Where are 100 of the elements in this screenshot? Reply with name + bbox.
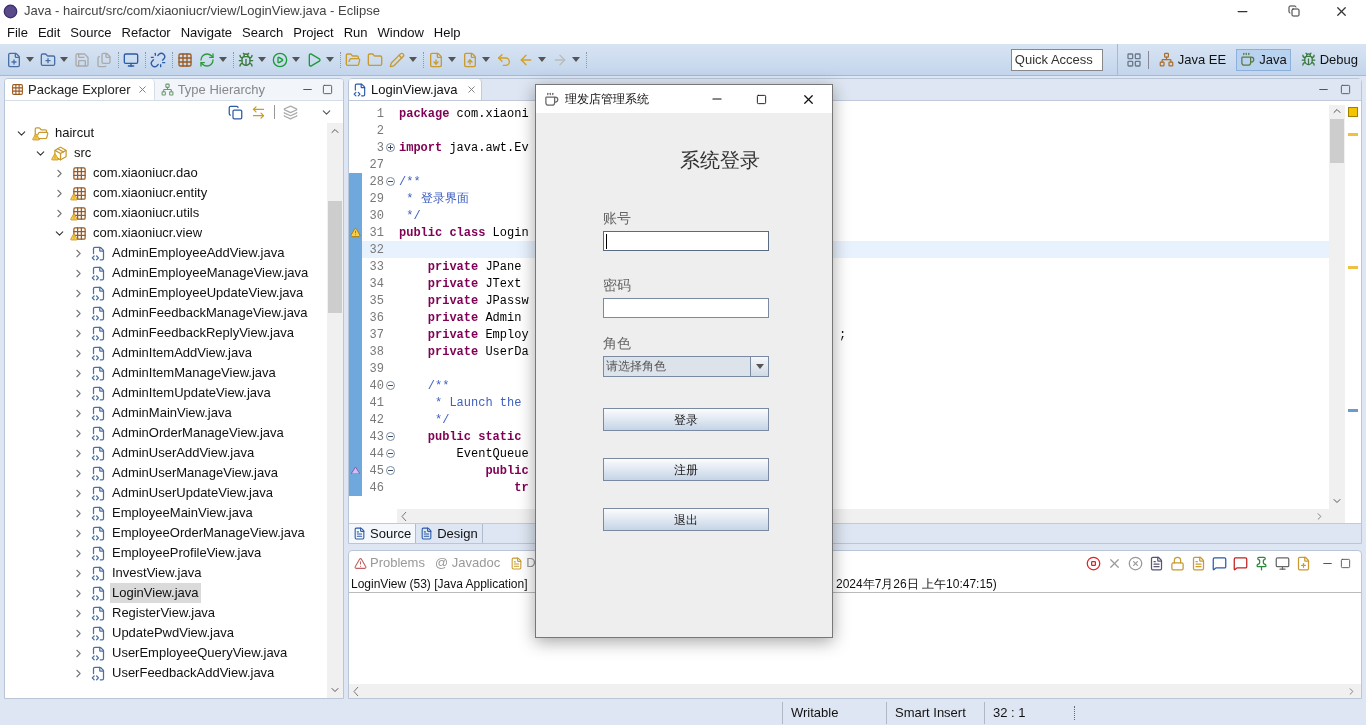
editor-mode-tab[interactable]: Source bbox=[349, 524, 417, 543]
tree-item[interactable]: AdminEmployeeManageView.java bbox=[110, 263, 311, 283]
menu-item[interactable]: Window bbox=[372, 23, 429, 43]
tree-item[interactable]: EmployeeMainView.java bbox=[110, 503, 255, 523]
tree-item[interactable]: AdminUserAddView.java bbox=[110, 443, 257, 463]
menu-item[interactable]: Navigate bbox=[175, 23, 237, 43]
editor-tab[interactable]: LoginView.java bbox=[349, 79, 482, 100]
vertical-scrollbar[interactable] bbox=[1329, 105, 1345, 523]
menu-item[interactable]: Source bbox=[65, 23, 117, 43]
tree-item[interactable]: AdminMainView.java bbox=[110, 403, 234, 423]
open-perspective-icon[interactable] bbox=[1125, 51, 1142, 68]
tree-item[interactable]: com.xiaoniucr.utils bbox=[91, 203, 202, 223]
tree-item[interactable]: AdminOrderManageView.java bbox=[110, 423, 286, 443]
scroll-left-icon[interactable] bbox=[353, 686, 359, 696]
quick-access-field[interactable]: Quick Access bbox=[1010, 48, 1103, 71]
dropdown-caret-icon[interactable] bbox=[292, 57, 300, 62]
pin-icon[interactable] bbox=[1254, 555, 1269, 571]
role-select[interactable]: 请选择角色 bbox=[603, 356, 769, 377]
dropdown-caret-icon[interactable] bbox=[219, 57, 227, 62]
tree-item[interactable]: com.xiaoniucr.entity bbox=[91, 183, 210, 203]
password-field[interactable] bbox=[603, 298, 769, 318]
document-icon[interactable] bbox=[1149, 555, 1164, 571]
tree-item[interactable]: AdminFeedbackReplyView.java bbox=[110, 323, 296, 343]
dropdown-caret-icon[interactable] bbox=[482, 57, 490, 62]
perspective-button[interactable]: Java EE bbox=[1154, 48, 1231, 71]
tree-item[interactable]: AdminEmployeeUpdateView.java bbox=[110, 283, 306, 303]
tree-item[interactable]: haircut bbox=[53, 123, 97, 143]
tree-item[interactable]: AdminItemAddView.java bbox=[110, 343, 254, 363]
refresh-icon[interactable] bbox=[199, 51, 215, 68]
tree-item[interactable]: LoginView.java bbox=[110, 583, 201, 603]
scrollbar-thumb[interactable] bbox=[1330, 119, 1344, 163]
perspective-button[interactable]: Debug bbox=[1296, 48, 1362, 71]
dialog-button[interactable]: 登录 bbox=[603, 408, 769, 431]
tree-item[interactable]: AdminItemManageView.java bbox=[110, 363, 278, 383]
fold-collapse-icon[interactable] bbox=[386, 381, 395, 390]
dropdown-caret-icon[interactable] bbox=[409, 57, 417, 62]
tree-item[interactable]: UserEmployeeQueryView.java bbox=[110, 643, 290, 663]
menu-item[interactable]: Refactor bbox=[116, 23, 176, 43]
fold-collapse-icon[interactable] bbox=[386, 177, 395, 186]
link-editor-icon[interactable] bbox=[251, 104, 266, 120]
fold-collapse-icon[interactable] bbox=[386, 449, 395, 458]
tree-item[interactable]: AdminUserUpdateView.java bbox=[110, 483, 275, 503]
fold-collapse-icon[interactable] bbox=[386, 466, 395, 475]
new-folder-icon[interactable] bbox=[40, 51, 56, 68]
dropdown-caret-icon[interactable] bbox=[448, 57, 456, 62]
dropdown-caret-icon[interactable] bbox=[26, 57, 34, 62]
fold-expand-icon[interactable] bbox=[386, 143, 395, 152]
dropdown-arrow-icon[interactable] bbox=[755, 364, 764, 369]
new-console-icon[interactable] bbox=[1296, 555, 1311, 571]
tree-item[interactable]: AdminFeedbackManageView.java bbox=[110, 303, 310, 323]
warning-marker[interactable] bbox=[1348, 266, 1358, 269]
tree-item[interactable]: AdminUserManageView.java bbox=[110, 463, 280, 483]
monitor-icon[interactable] bbox=[1275, 555, 1290, 571]
folder-icon[interactable] bbox=[367, 51, 383, 68]
tree-item[interactable]: UpdatePwdView.java bbox=[110, 623, 236, 643]
dropdown-caret-icon[interactable] bbox=[60, 57, 68, 62]
dialog-button[interactable]: 注册 bbox=[603, 458, 769, 481]
warning-marker[interactable] bbox=[1348, 133, 1358, 136]
menu-item[interactable]: Search bbox=[237, 23, 289, 43]
remove-all-icon[interactable] bbox=[1128, 555, 1143, 571]
tree-item[interactable]: RegisterView.java bbox=[110, 603, 218, 623]
tree-item[interactable]: com.xiaoniucr.dao bbox=[91, 163, 200, 183]
vertical-scrollbar[interactable] bbox=[327, 123, 343, 698]
tree-item[interactable]: UserFeedbackAddView.java bbox=[110, 663, 277, 683]
dialog-button[interactable]: 退出 bbox=[603, 508, 769, 531]
fold-collapse-icon[interactable] bbox=[386, 432, 395, 441]
message-icon[interactable] bbox=[1233, 555, 1248, 571]
lock-icon[interactable] bbox=[1170, 555, 1185, 571]
tree-item[interactable]: com.xiaoniucr.view bbox=[91, 223, 205, 243]
tree-item[interactable]: src bbox=[72, 143, 94, 163]
scroll-left-icon[interactable] bbox=[401, 511, 407, 521]
dropdown-caret-icon[interactable] bbox=[572, 57, 580, 62]
editor-mode-tab[interactable]: Design bbox=[416, 524, 483, 543]
perspective-button[interactable]: Java bbox=[1236, 48, 1291, 71]
grid-icon[interactable] bbox=[177, 51, 193, 68]
maximize-icon[interactable] bbox=[1340, 557, 1351, 569]
menu-item[interactable]: Run bbox=[338, 23, 373, 43]
run-config-icon[interactable] bbox=[306, 51, 322, 68]
horizontal-scrollbar[interactable] bbox=[349, 684, 1361, 698]
dropdown-caret-icon[interactable] bbox=[538, 57, 546, 62]
dropdown-caret-icon[interactable] bbox=[258, 57, 266, 62]
menu-item[interactable]: Edit bbox=[32, 23, 66, 43]
new-file-icon[interactable] bbox=[6, 51, 22, 68]
view-tab[interactable]: Package Explorer bbox=[5, 79, 155, 100]
message-icon[interactable] bbox=[1212, 555, 1227, 571]
tree-item[interactable]: AdminEmployeeAddView.java bbox=[110, 243, 287, 263]
broken-link-icon[interactable] bbox=[150, 51, 166, 68]
filter-icon[interactable] bbox=[283, 104, 298, 120]
occurrence-marker[interactable] bbox=[1348, 409, 1358, 412]
tree-item[interactable]: InvestView.java bbox=[110, 563, 204, 583]
menu-item[interactable]: File bbox=[2, 23, 33, 43]
warning-summary-marker[interactable] bbox=[1348, 107, 1358, 117]
tree-item[interactable]: AdminItemUpdateView.java bbox=[110, 383, 273, 403]
tree-item[interactable]: EmployeeProfileView.java bbox=[110, 543, 264, 563]
stop-icon[interactable] bbox=[1086, 555, 1101, 571]
run-icon[interactable] bbox=[272, 51, 288, 68]
restore-icon[interactable] bbox=[1288, 5, 1300, 17]
bug-icon[interactable] bbox=[238, 51, 254, 68]
collapse-all-icon[interactable] bbox=[228, 104, 243, 120]
menu-item[interactable]: Help bbox=[428, 23, 466, 43]
